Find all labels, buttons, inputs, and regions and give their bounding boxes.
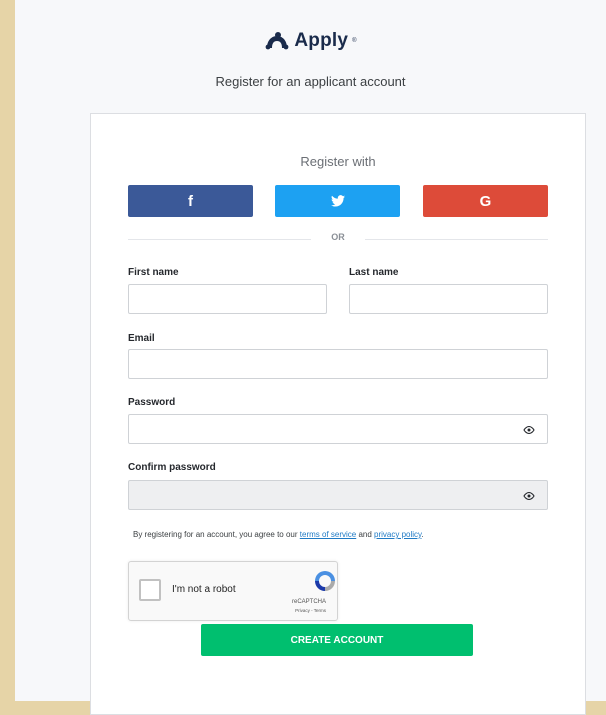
create-account-button[interactable]: CREATE ACCOUNT — [201, 624, 473, 656]
recaptcha-widget: I'm not a robot reCAPTCHA Privacy - Term… — [128, 561, 338, 621]
twitter-icon — [330, 195, 345, 207]
privacy-policy-link[interactable]: privacy policy — [374, 530, 421, 539]
brand-logo[interactable]: Apply ® — [15, 30, 606, 60]
google-icon: G — [479, 192, 492, 210]
show-password-eye-icon[interactable] — [523, 424, 535, 436]
recaptcha-label: I'm not a robot — [172, 584, 236, 595]
email-label: Email — [128, 333, 155, 344]
terms-prefix: By registering for an account, you agree… — [133, 530, 300, 539]
terms-of-service-link[interactable]: terms of service — [300, 530, 356, 539]
or-divider: OR — [128, 232, 548, 246]
password-input[interactable] — [128, 414, 548, 444]
register-card: Register with f G OR First name Last nam… — [90, 113, 586, 715]
show-confirm-password-eye-icon[interactable] — [523, 490, 535, 502]
trademark-icon: ® — [352, 38, 357, 44]
recaptcha-brand: reCAPTCHA — [291, 599, 326, 605]
password-label: Password — [128, 397, 176, 408]
terms-notice: By registering for an account, you agree… — [133, 530, 424, 539]
or-label: OR — [331, 232, 345, 242]
first-name-input[interactable] — [128, 284, 327, 314]
email-input[interactable] — [128, 349, 548, 379]
recaptcha-logo-icon — [315, 571, 335, 591]
google-register-button[interactable]: G — [423, 185, 548, 217]
recaptcha-privacy-terms[interactable]: Privacy - Terms — [295, 608, 326, 613]
facebook-icon: f — [188, 192, 193, 210]
first-name-label: First name — [128, 267, 179, 278]
last-name-input[interactable] — [349, 284, 548, 314]
confirm-password-input[interactable] — [128, 480, 548, 510]
confirm-password-label: Confirm password — [128, 462, 216, 473]
last-name-label: Last name — [349, 267, 399, 278]
terms-middle: and — [356, 530, 375, 539]
terms-suffix: . — [421, 530, 424, 539]
register-with-heading: Register with — [300, 154, 376, 169]
apply-logo-icon — [265, 32, 289, 50]
page-subtitle: Register for an applicant account — [215, 74, 406, 89]
brand-name: Apply — [294, 30, 349, 51]
page: Apply ® Register for an applicant accoun… — [15, 0, 606, 715]
facebook-register-button[interactable]: f — [128, 185, 253, 217]
recaptcha-checkbox[interactable] — [139, 579, 161, 601]
twitter-register-button[interactable] — [275, 185, 400, 217]
